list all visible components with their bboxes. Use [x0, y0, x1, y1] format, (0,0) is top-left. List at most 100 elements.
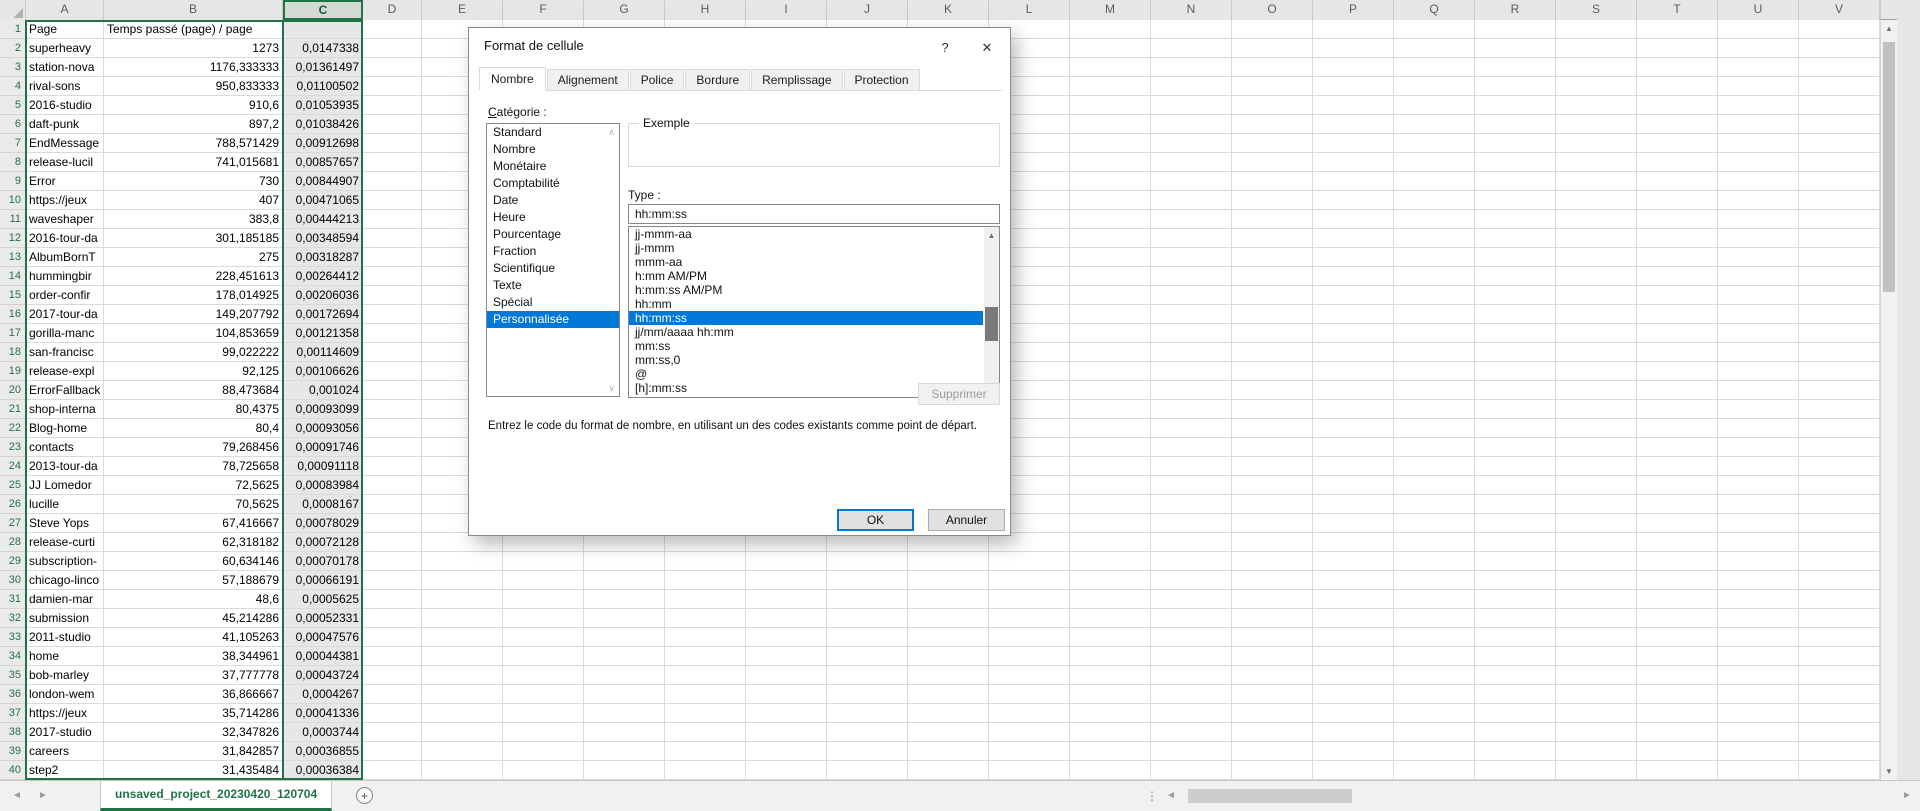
cell-E30[interactable] [422, 571, 503, 590]
cell-S25[interactable] [1556, 476, 1637, 495]
cell-S5[interactable] [1556, 96, 1637, 115]
cell-U33[interactable] [1718, 628, 1799, 647]
cell-R15[interactable] [1475, 286, 1556, 305]
cell-B32[interactable]: 45,214286 [104, 609, 283, 628]
cell-T38[interactable] [1637, 723, 1718, 742]
category-item[interactable]: Fraction [487, 243, 619, 260]
cell-U16[interactable] [1718, 305, 1799, 324]
cell-S10[interactable] [1556, 191, 1637, 210]
cell-V33[interactable] [1799, 628, 1880, 647]
cell-A29[interactable]: subscription- [26, 552, 104, 571]
cell-R8[interactable] [1475, 153, 1556, 172]
cell-S34[interactable] [1556, 647, 1637, 666]
sheet-nav-left-icon[interactable]: ◄ [6, 781, 28, 811]
cell-C35[interactable]: 0,00043724 [283, 666, 363, 685]
cell-B10[interactable]: 407 [104, 191, 283, 210]
cell-Q21[interactable] [1394, 400, 1475, 419]
cell-I34[interactable] [746, 647, 827, 666]
cell-D5[interactable] [363, 96, 422, 115]
cell-Q36[interactable] [1394, 685, 1475, 704]
format-code-item[interactable]: mm:ss,0 [629, 353, 983, 367]
cell-M14[interactable] [1070, 267, 1151, 286]
cell-V12[interactable] [1799, 229, 1880, 248]
cell-B18[interactable]: 99,022222 [104, 343, 283, 362]
cell-I38[interactable] [746, 723, 827, 742]
cell-A23[interactable]: contacts [26, 438, 104, 457]
cell-U8[interactable] [1718, 153, 1799, 172]
cell-V13[interactable] [1799, 248, 1880, 267]
cell-G35[interactable] [584, 666, 665, 685]
cell-V14[interactable] [1799, 267, 1880, 286]
cell-T33[interactable] [1637, 628, 1718, 647]
cell-E34[interactable] [422, 647, 503, 666]
cell-A32[interactable]: submission [26, 609, 104, 628]
cell-D31[interactable] [363, 590, 422, 609]
tab-alignement[interactable]: Alignement [547, 69, 629, 90]
cell-E39[interactable] [422, 742, 503, 761]
cell-D40[interactable] [363, 761, 422, 780]
cell-C18[interactable]: 0,00114609 [283, 343, 363, 362]
cell-S11[interactable] [1556, 210, 1637, 229]
cell-I36[interactable] [746, 685, 827, 704]
cell-B5[interactable]: 910,6 [104, 96, 283, 115]
cell-R14[interactable] [1475, 267, 1556, 286]
cell-M40[interactable] [1070, 761, 1151, 780]
cell-C1[interactable] [283, 20, 363, 39]
cell-T19[interactable] [1637, 362, 1718, 381]
column-header-A[interactable]: A [26, 0, 104, 20]
row-header-14[interactable]: 14 [0, 267, 26, 286]
cell-J37[interactable] [827, 704, 908, 723]
cell-D39[interactable] [363, 742, 422, 761]
row-header-19[interactable]: 19 [0, 362, 26, 381]
cell-N11[interactable] [1151, 210, 1232, 229]
cell-S13[interactable] [1556, 248, 1637, 267]
cell-D2[interactable] [363, 39, 422, 58]
cell-R35[interactable] [1475, 666, 1556, 685]
cell-D1[interactable] [363, 20, 422, 39]
cell-V15[interactable] [1799, 286, 1880, 305]
column-header-E[interactable]: E [422, 0, 503, 20]
cell-E32[interactable] [422, 609, 503, 628]
cell-N13[interactable] [1151, 248, 1232, 267]
cell-M11[interactable] [1070, 210, 1151, 229]
cell-Q32[interactable] [1394, 609, 1475, 628]
cell-C17[interactable]: 0,00121358 [283, 324, 363, 343]
cell-Q25[interactable] [1394, 476, 1475, 495]
cell-M19[interactable] [1070, 362, 1151, 381]
cell-S1[interactable] [1556, 20, 1637, 39]
cell-M36[interactable] [1070, 685, 1151, 704]
cell-S9[interactable] [1556, 172, 1637, 191]
cell-M5[interactable] [1070, 96, 1151, 115]
cell-L34[interactable] [989, 647, 1070, 666]
category-item[interactable]: Scientifique [487, 260, 619, 277]
cell-O36[interactable] [1232, 685, 1313, 704]
cell-A19[interactable]: release-expl [26, 362, 104, 381]
cell-C32[interactable]: 0,00052331 [283, 609, 363, 628]
cell-J36[interactable] [827, 685, 908, 704]
cell-N32[interactable] [1151, 609, 1232, 628]
cell-A20[interactable]: ErrorFallback [26, 381, 104, 400]
cell-O7[interactable] [1232, 134, 1313, 153]
row-header-29[interactable]: 29 [0, 552, 26, 571]
cell-P10[interactable] [1313, 191, 1394, 210]
cell-O29[interactable] [1232, 552, 1313, 571]
cell-K39[interactable] [908, 742, 989, 761]
cell-V39[interactable] [1799, 742, 1880, 761]
cell-Q7[interactable] [1394, 134, 1475, 153]
cell-D21[interactable] [363, 400, 422, 419]
cell-C36[interactable]: 0,0004267 [283, 685, 363, 704]
cell-U15[interactable] [1718, 286, 1799, 305]
cell-D4[interactable] [363, 77, 422, 96]
cell-P34[interactable] [1313, 647, 1394, 666]
cell-P40[interactable] [1313, 761, 1394, 780]
cell-O28[interactable] [1232, 533, 1313, 552]
cell-M26[interactable] [1070, 495, 1151, 514]
cell-R30[interactable] [1475, 571, 1556, 590]
cell-R13[interactable] [1475, 248, 1556, 267]
cell-S32[interactable] [1556, 609, 1637, 628]
cell-I40[interactable] [746, 761, 827, 780]
cell-T1[interactable] [1637, 20, 1718, 39]
cell-C14[interactable]: 0,00264412 [283, 267, 363, 286]
cell-E33[interactable] [422, 628, 503, 647]
cell-L32[interactable] [989, 609, 1070, 628]
